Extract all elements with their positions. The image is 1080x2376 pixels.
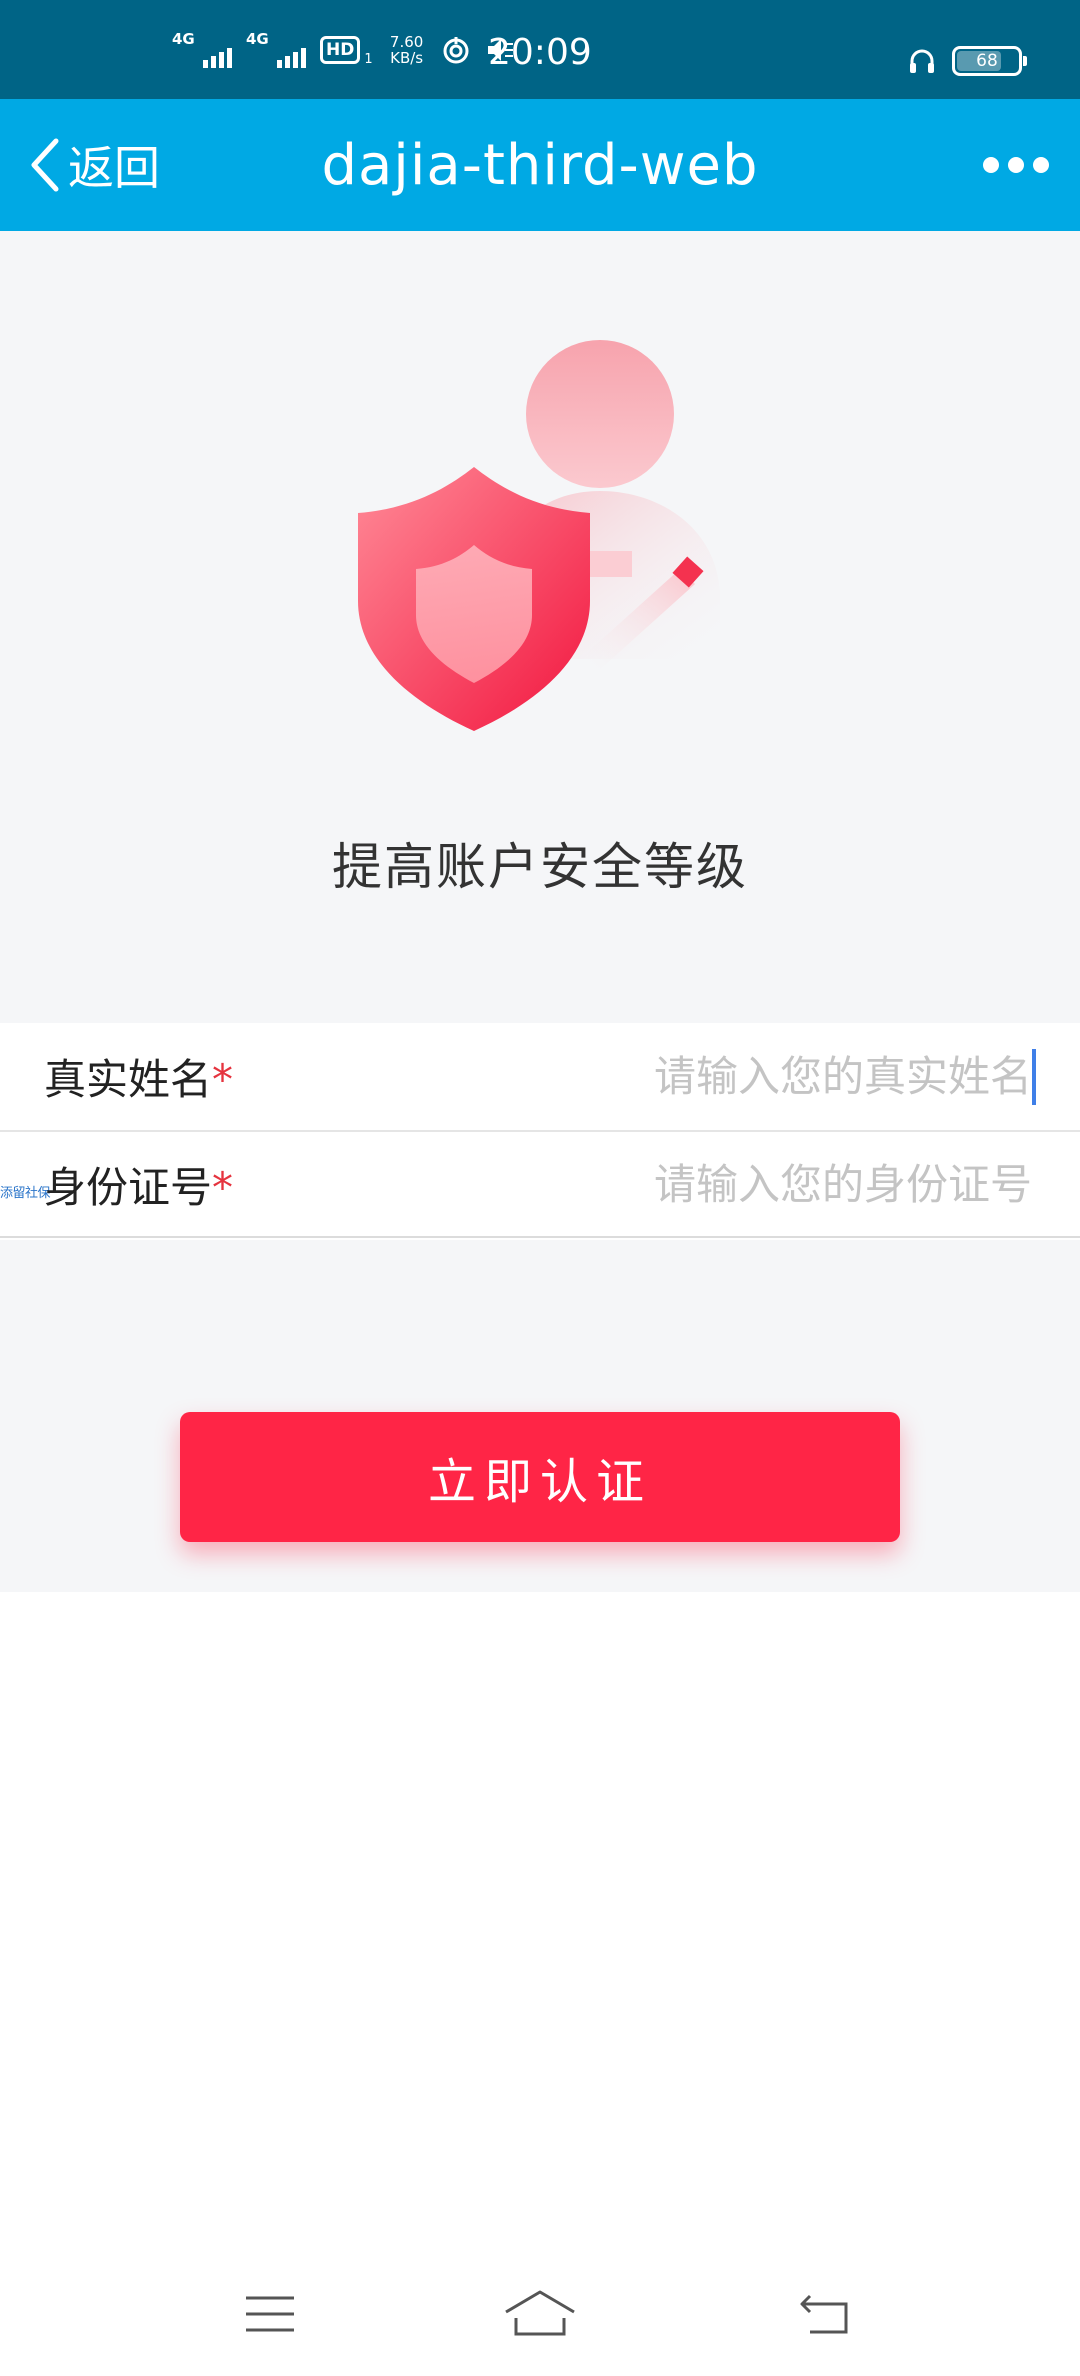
verification-form: 真实姓名* 添留社保 身份证号* [0, 1023, 1080, 1238]
network-type-2: 4G [246, 30, 269, 48]
hd-sub-label: 1 [364, 51, 373, 67]
network-type-1: 4G [172, 30, 195, 48]
id-row: 添留社保 身份证号* [0, 1130, 1080, 1238]
required-mark: * [212, 1055, 234, 1104]
title-bar: 返回 dajia-third-web [0, 99, 1080, 231]
headphones-icon [910, 49, 934, 73]
hotspot-icon [443, 37, 469, 64]
status-bar: 4G 4G HD 1 7.60 KB/s 20:09 68 [0, 0, 1080, 99]
status-time: 20:09 [488, 32, 592, 73]
text-cursor [1032, 1049, 1036, 1105]
battery-level: 68 [976, 51, 998, 71]
action-area: 立即认证 [0, 1240, 1080, 1592]
security-shield-illustration [358, 340, 720, 731]
more-options-icon[interactable] [982, 151, 1050, 179]
system-nav-bar [0, 2256, 1080, 2376]
hd-voice-icon: HD [320, 36, 361, 64]
home-icon[interactable] [502, 2284, 578, 2344]
real-name-input[interactable] [514, 1051, 1034, 1102]
verify-now-button[interactable]: 立即认证 [180, 1412, 900, 1542]
name-row: 真实姓名* [0, 1023, 1080, 1130]
name-label: 真实姓名* [44, 1055, 234, 1104]
id-label: 身份证号* [44, 1162, 234, 1212]
network-speed: 7.60 KB/s [387, 34, 427, 66]
overlay-tag: 添留社保 [0, 1186, 51, 1201]
status-right: 68 [908, 46, 1027, 76]
back-nav-icon[interactable] [796, 2284, 856, 2344]
signal-icon: 4G [172, 32, 232, 68]
speed-value: 7.60 [389, 33, 424, 51]
speed-unit: KB/s [390, 49, 424, 67]
hero-heading: 提高账户安全等级 [332, 838, 748, 896]
hero-section: 提高账户安全等级 [0, 231, 1080, 1023]
battery-icon: 68 [952, 46, 1027, 76]
status-indicators: 4G 4G HD 1 7.60 KB/s [172, 30, 515, 70]
required-mark: * [212, 1162, 234, 1212]
page-title: dajia-third-web [321, 133, 759, 198]
id-number-input[interactable] [514, 1158, 1034, 1210]
menu-icon[interactable] [240, 2284, 300, 2344]
signal-icon: 4G [246, 32, 306, 68]
